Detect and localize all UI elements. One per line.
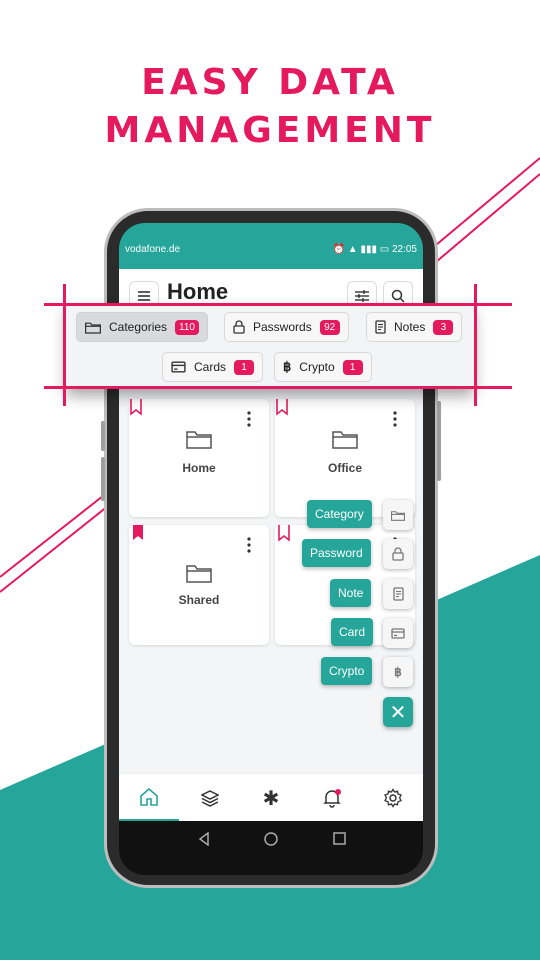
search-icon (391, 289, 405, 303)
page-title: Home (167, 279, 229, 304)
fab-label-crypto[interactable]: Crypto (321, 657, 373, 685)
count-badge: 92 (319, 319, 340, 335)
nav-home[interactable] (119, 774, 179, 822)
phone-side-button (101, 457, 105, 501)
tab-label: Passwords (253, 320, 312, 334)
tab-label: Notes (394, 320, 426, 334)
tab-passwords[interactable]: Passwords 92 (224, 312, 349, 342)
lock-icon (233, 320, 245, 334)
folder-icon (332, 431, 358, 449)
folder-icon (85, 321, 101, 334)
category-card[interactable]: Shared (129, 525, 269, 645)
system-navigation-bar (119, 821, 423, 875)
headline-line-1: EASY DATA (141, 62, 399, 103)
tab-cards[interactable]: Cards 1 (162, 352, 264, 382)
asterisk-icon: ✱ (262, 787, 280, 810)
close-icon: ✕ (389, 701, 407, 724)
note-icon (392, 587, 404, 601)
fab-label-card[interactable]: Card (331, 618, 374, 646)
frame-line-top (44, 303, 512, 306)
frame-line-bottom (44, 386, 512, 389)
fab-label-note[interactable]: Note (330, 579, 372, 607)
fab-close-button[interactable]: ✕ (383, 697, 413, 727)
bookmark-outline-icon (130, 399, 142, 416)
tab-label: Categories (109, 320, 168, 334)
fab-note-button[interactable] (383, 579, 413, 609)
fab-card-button[interactable] (383, 618, 413, 648)
card-icon (391, 627, 405, 639)
tab-label: Crypto (299, 360, 335, 374)
count-badge: 1 (342, 359, 363, 375)
bitcoin-icon: ฿ (283, 359, 292, 374)
count-badge: 110 (175, 319, 199, 335)
bottom-navigation: ✱ (119, 773, 423, 822)
frame-line-right (474, 284, 477, 406)
card-icon (171, 361, 186, 373)
nav-generator[interactable]: ✱ (241, 774, 301, 822)
folder-icon (391, 510, 405, 521)
nav-settings[interactable] (363, 774, 423, 822)
layers-icon (201, 790, 219, 807)
count-badge: 3 (433, 319, 454, 335)
gear-icon (384, 788, 402, 808)
tab-notes[interactable]: Notes 3 (366, 312, 463, 342)
note-icon (375, 320, 386, 334)
folder-icon (186, 565, 212, 583)
tab-crypto[interactable]: ฿ Crypto 1 (274, 352, 372, 382)
bell-icon (323, 789, 341, 808)
category-label: Shared (178, 593, 220, 607)
more-vert-icon[interactable] (247, 537, 251, 553)
fab-label-category[interactable]: Category (307, 500, 372, 528)
bitcoin-icon: ฿ (394, 665, 402, 679)
sliders-icon (355, 290, 369, 302)
home-icon (140, 787, 158, 806)
lock-icon (392, 547, 404, 561)
frame-line-left (63, 284, 66, 406)
category-label: Office (327, 461, 362, 475)
recents-icon[interactable] (333, 832, 346, 845)
home-system-icon[interactable] (264, 832, 278, 846)
fab-category-button[interactable] (383, 500, 413, 530)
tab-label: Cards (194, 360, 227, 374)
more-vert-icon[interactable] (247, 411, 251, 427)
category-label: Home (182, 461, 216, 475)
count-badge: 1 (234, 359, 255, 375)
menu-icon (138, 291, 150, 301)
bookmark-outline-icon (276, 399, 288, 416)
more-vert-icon[interactable] (393, 411, 397, 427)
bookmark-outline-icon (278, 525, 290, 542)
fab-password-button[interactable] (383, 539, 413, 569)
nav-notifications[interactable] (302, 774, 362, 822)
fab-crypto-button[interactable]: ฿ (383, 657, 413, 687)
carrier-label: vodafone.de (125, 244, 181, 255)
back-icon[interactable] (197, 832, 211, 846)
headline-line-2: MANAGEMENT (104, 110, 436, 151)
tab-categories[interactable]: Categories 110 (76, 312, 208, 342)
status-icons: ⏰ ▲ ▮▮▮ ▭ (332, 244, 392, 255)
folder-icon (186, 431, 212, 449)
tab-chips-band: Categories 110 Passwords 92 Notes 3 Card… (66, 304, 474, 388)
status-bar: vodafone.de ⏰ ▲ ▮▮▮ ▭ 22:05 (119, 223, 423, 269)
category-card[interactable]: Home (129, 399, 269, 517)
phone-side-button (437, 401, 441, 481)
phone-side-button (101, 421, 105, 451)
status-time: 22:05 (391, 244, 417, 255)
status-right: ⏰ ▲ ▮▮▮ ▭ 22:05 (333, 244, 417, 255)
bookmark-filled-icon (133, 525, 143, 540)
fab-label-password[interactable]: Password (302, 539, 371, 567)
nav-layers[interactable] (180, 774, 240, 822)
